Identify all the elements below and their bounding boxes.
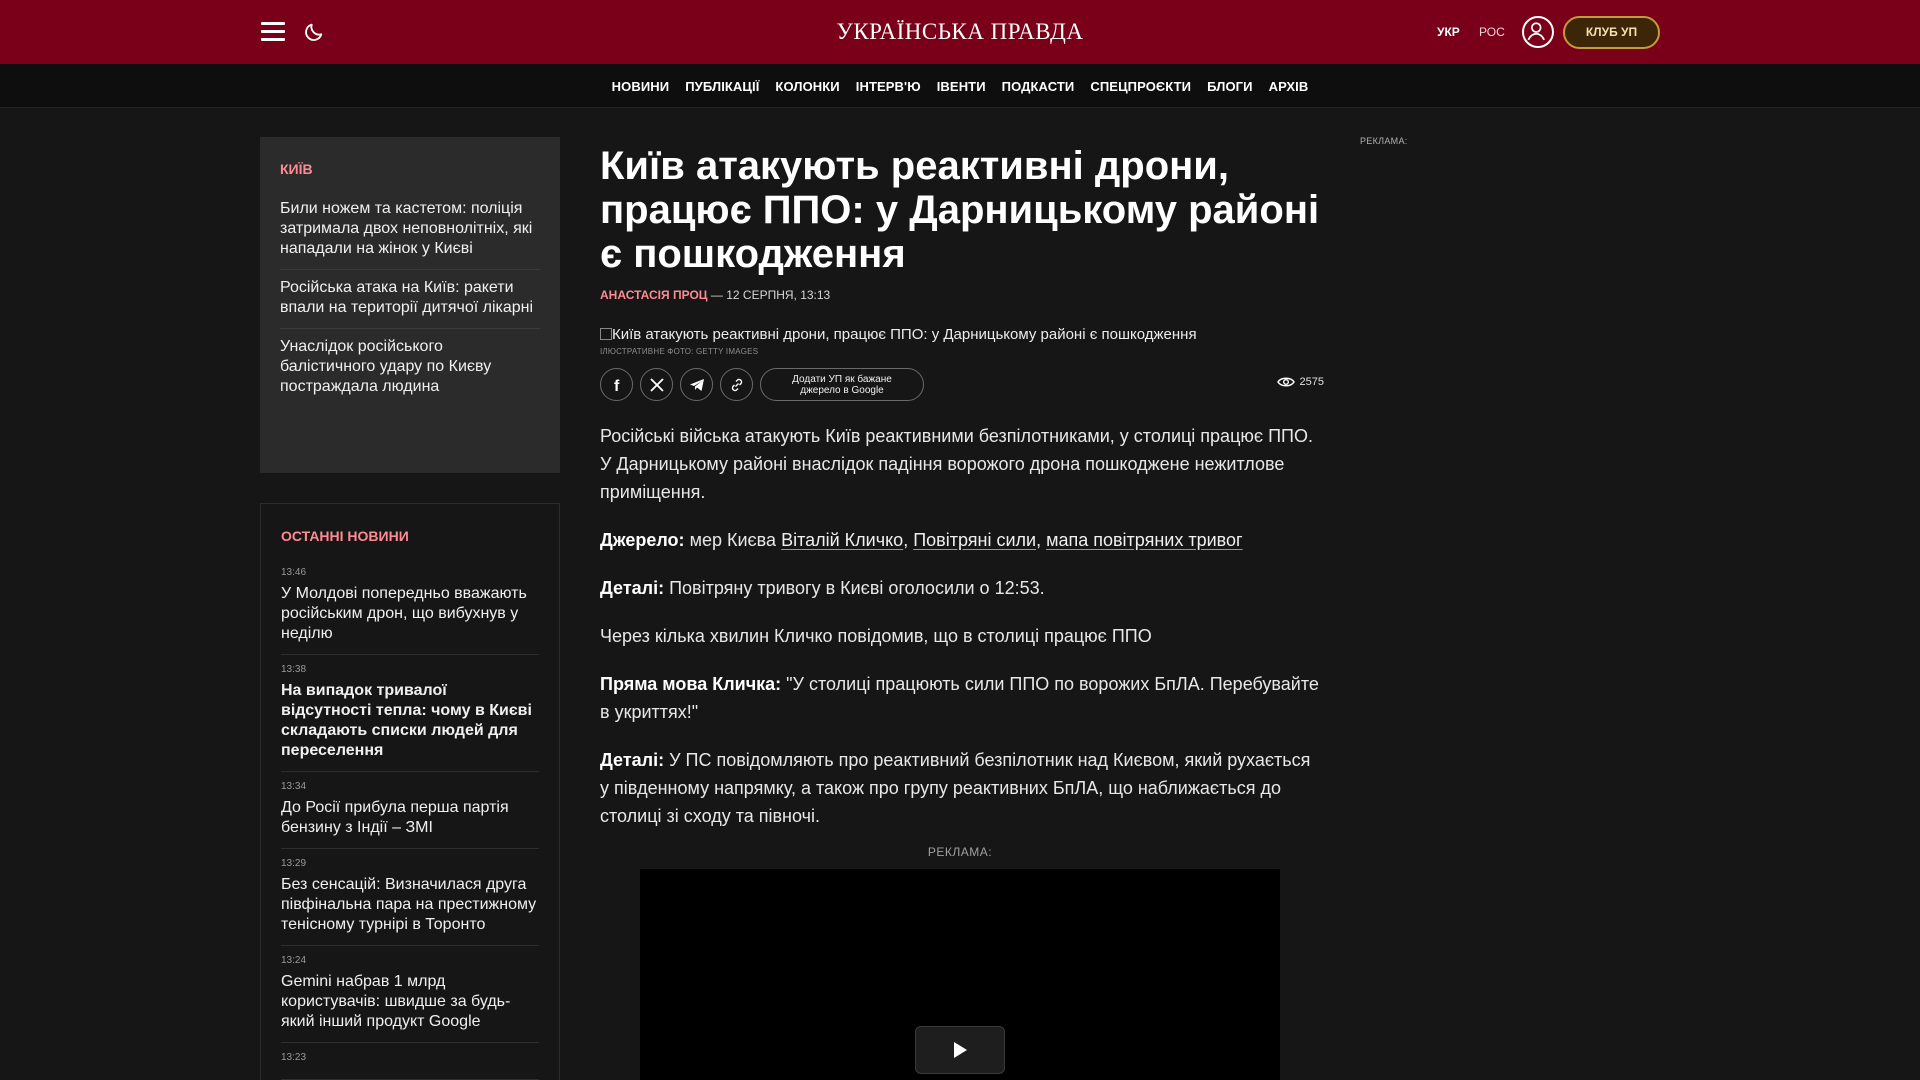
ad-label: РЕКЛАМА: [927,845,993,859]
article: Київ атакують реактивні дрони, працює ПП… [600,144,1324,850]
top-header: УКРАЇНСЬКА ПРАВДА УКР РОС КЛУБ УП [0,0,1920,64]
right-ad-label: РЕКЛАМА: [1360,136,1408,146]
details-paragraph-1: Деталі: Повітряну тривогу в Києві оголос… [600,574,1322,602]
author-link[interactable]: АНАСТАСІЯ ПРОЦ [600,288,708,302]
kyiv-section-title[interactable]: КИЇВ [280,161,540,177]
details-text: У ПС повідомляють про реактивний безпіло… [600,750,1311,826]
details-paragraph-2: Деталі: У ПС повідомляють про реактивний… [600,746,1322,830]
list-item[interactable]: 13:38 На випадок тривалої відсутності те… [281,655,539,772]
list-item[interactable]: 13:24 Gemini набрав 1 млрд користувачів:… [281,946,539,1043]
article-image: Київ атакують реактивні дрони, працює ПП… [600,326,1322,343]
nav-item-publications[interactable]: ПУБЛІКАЦІЇ [685,79,759,94]
add-google-source-button[interactable]: Додати УП як бажане джерело в Google [760,368,924,401]
photo-credit: ІЛЮСТРАТИВНЕ ФОТО: GETTY IMAGES [600,347,759,356]
byline: АНАСТАСІЯ ПРОЦ — 12 СЕРПНЯ, 13:13 [600,288,1322,302]
list-item[interactable]: 13:34 До Росії прибула перша партія бенз… [281,772,539,849]
google-button-line2: джерело в Google [800,385,884,396]
facebook-icon: f [614,378,620,393]
nav-item-news[interactable]: НОВИНИ [612,79,670,94]
news-title[interactable]: У Молдові попередньо вважають російським… [281,584,539,644]
news-time: 13:24 [281,955,307,966]
source-label: Джерело: [600,530,685,550]
main-nav: НОВИНИ ПУБЛІКАЦІЇ КОЛОНКИ ІНТЕРВ'Ю ІВЕНТ… [0,64,1920,108]
news-title[interactable]: Без сенсацій: Визначилася друга півфінал… [281,875,539,935]
details-text: Повітряну тривогу в Києві оголосили о 12… [664,578,1045,598]
publish-date: — 12 СЕРПНЯ, 13:13 [707,288,831,302]
user-icon[interactable] [1522,16,1554,48]
menu-icon[interactable] [261,22,285,42]
telegram-share-button[interactable] [680,368,713,401]
news-time: 13:34 [281,781,307,792]
list-item[interactable]: 13:46 У Молдові попередньо вважають росі… [281,558,539,655]
lang-ukr-link[interactable]: УКР [1437,25,1460,39]
nav-item-events[interactable]: ІВЕНТИ [937,79,986,94]
nav-item-interview[interactable]: ІНТЕРВ'Ю [856,79,921,94]
list-item[interactable]: 13:29 Без сенсацій: Визначилася друга пі… [281,849,539,946]
nav-item-podcasts[interactable]: ПОДКАСТИ [1002,79,1075,94]
svg-text:f: f [614,378,620,393]
lang-ros-link[interactable]: РОС [1479,25,1505,39]
quote-paragraph: Пряма мова Кличка: "У столиці працюють с… [600,670,1322,726]
source-link-alert-map[interactable]: мапа повітряних тривог [1046,530,1243,550]
news-time: 13:46 [281,567,307,578]
image-alt-text: Київ атакують реактивні дрони, працює ПП… [612,326,1197,343]
share-row: f Додати УП як бажане джерело в Google 2… [600,368,1324,402]
news-title[interactable]: На випадок тривалої відсутності тепла: ч… [281,681,539,761]
club-up-button[interactable]: КЛУБ УП [1563,16,1660,49]
latest-news-title: ОСТАННІ НОВИНИ [281,528,409,544]
details-label: Деталі: [600,578,665,598]
view-counter: 2575 [1276,376,1324,388]
broken-image-icon [600,328,612,340]
article-headline: Київ атакують реактивні дрони, працює ПП… [600,144,1320,276]
telegram-icon [689,378,704,391]
list-item[interactable]: Унаслідок російського балістичного удару… [280,329,540,407]
list-item[interactable]: Били ножем та кастетом: поліція затримал… [280,191,540,270]
source-paragraph: Джерело: мер Києва Віталій Кличко, Повіт… [600,530,1243,550]
video-player[interactable] [640,869,1280,1080]
news-time: 13:38 [281,664,307,675]
play-icon [954,1042,967,1058]
news-title[interactable]: До Росії прибула перша партія бензину з … [281,798,539,838]
source-link-klitschko[interactable]: Віталій Кличко [781,530,903,550]
latest-news-box: ОСТАННІ НОВИНИ 13:46 У Молдові попереднь… [260,503,560,1080]
article-body: Російські війська атакують Київ реактивн… [600,422,1322,830]
view-count: 2575 [1299,376,1324,388]
dark-mode-icon[interactable] [303,21,325,43]
source-link-air-force[interactable]: Повітряні сили [913,530,1036,550]
lead-paragraph: Російські війська атакують Київ реактивн… [600,426,1313,502]
news-time: 13:29 [281,858,307,869]
main-nav-bar: НОВИНИ ПУБЛІКАЦІЇ КОЛОНКИ ІНТЕРВ'Ю ІВЕНТ… [0,64,1920,108]
news-title[interactable]: Gemini набрав 1 млрд користувачів: швидш… [281,972,539,1032]
nav-item-blogs[interactable]: БЛОГИ [1207,79,1252,94]
kyiv-news-box: КИЇВ Били ножем та кастетом: поліція зат… [260,137,560,473]
paragraph-3: Через кілька хвилин Кличко повідомив, що… [600,626,1152,646]
list-item[interactable]: Російська атака на Київ: ракети впали на… [280,270,540,329]
details-label: Деталі: [600,750,665,770]
eye-icon [1276,377,1295,387]
news-time: 13:23 [281,1052,307,1063]
source-text: мер Києва [684,530,782,550]
link-icon [731,378,742,391]
nav-item-columns[interactable]: КОЛОНКИ [775,79,839,94]
play-button[interactable] [915,1026,1005,1074]
x-icon [649,377,664,392]
nav-item-specprojects[interactable]: СПЕЦПРОЄКТИ [1090,79,1191,94]
google-button-line1: Додати УП як бажане [792,374,892,385]
nav-item-archive[interactable]: АРХІВ [1269,79,1309,94]
copy-link-button[interactable] [720,368,753,401]
facebook-share-button[interactable]: f [600,368,633,401]
list-item[interactable]: 13:23 [281,1043,539,1080]
quote-label: Пряма мова Кличка: [600,674,782,694]
x-share-button[interactable] [640,368,673,401]
